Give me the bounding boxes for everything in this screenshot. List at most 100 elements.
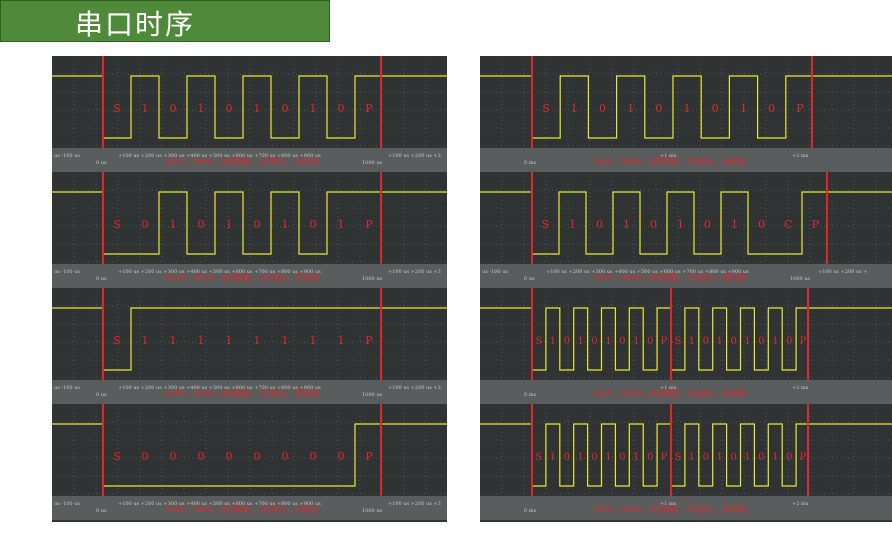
bit-label: 1 [254,102,261,115]
scope-1: S 1 0 1 0 1 0 1 0 P0 ms+1 ms +2 ms0x55 , 9600 , 8位… [480,56,892,172]
scope-4: S 0 0 0 0 0 0 0 0 Pus -100 us 0 us +100 us +200 us … [52,404,447,520]
bit-label: 1 [226,218,233,231]
bit-label: P [812,218,820,231]
bit-label: S [113,334,121,347]
page-title: 串口时序 [75,8,196,41]
bit-label: S [536,452,543,463]
bit-label: 0 [142,218,149,231]
bit-label: 0 [170,102,177,115]
axis-label: us -100 us [54,153,80,159]
axis-label: +2 ms [792,385,809,391]
bit-label: S [113,218,121,231]
bit-label: 0 [591,452,597,463]
bit-label: 0 [198,450,205,463]
scope-caption: 0x55 , 9600 , 8位数据 , 1位停止 , 偶校验 [594,272,747,282]
bit-label: 1 [550,336,556,347]
axis-label: +100 us +200 us +3 [388,153,441,159]
bit-label: 0 [758,336,764,347]
scope-screen [52,288,447,380]
bit-label: 1 [633,336,639,347]
bit-label: 0 [703,452,709,463]
bit-label: 0 [758,218,765,231]
bit-label: 0 [282,450,289,463]
bit-label: 1 [142,334,149,347]
bit-label: P [365,450,373,463]
bit-label: 1 [282,218,289,231]
bit-label: 1 [689,452,695,463]
bit-label: S [675,452,682,463]
bit-label: S [675,336,682,347]
left-scope-svg: S 1 0 1 0 1 0 1 0 Pus -100 us 0 us +100 us +200 us … [52,56,447,520]
axis-label: us -100 us [54,385,80,391]
bit-label: S [113,102,121,115]
bit-label: 1 [198,102,205,115]
axis-label: +100 us +200 us + [818,269,868,275]
scope-screen [52,56,447,148]
bit-label: 1 [740,102,747,115]
bit-label: 1 [605,452,611,463]
bit-label: 1 [310,334,317,347]
bit-label: 1 [716,336,722,347]
axis-label: us -100 us [54,501,80,507]
bit-label: 0 [703,336,709,347]
bit-label: 0 [647,336,653,347]
bit-label: P [661,336,668,347]
axis-label: us -100 us [54,269,80,275]
bit-label: 0 [786,452,792,463]
scope-caption: 0x00 , 9600 , 8位数据 , 1位停止 , 无校验 [166,504,319,514]
axis-label: +100 us +200 us +3 [388,269,441,275]
bit-label: 0 [310,218,317,231]
bit-label: P [365,218,373,231]
scope-screen [480,288,892,380]
bit-label: S [542,102,550,115]
bit-label: 1 [731,218,738,231]
title-banner: 串口时序 [0,0,330,42]
bit-label: 0 [564,336,570,347]
bit-label: 1 [571,102,578,115]
axis-label: 0 ms [524,508,537,514]
bit-label: 0 [338,450,345,463]
bit-label: P [796,102,804,115]
bit-label: S [536,336,543,347]
bit-label: 0 [310,450,317,463]
bit-label: 1 [569,218,576,231]
bit-label: 0 [254,218,261,231]
axis-label: 1000 us [790,276,811,282]
bit-label: 0 [596,218,603,231]
bit-label: 1 [254,334,261,347]
scope-2: S 0 1 0 1 0 1 0 1 Pus -100 us 0 us +100 us +200 us … [52,172,447,288]
right-scope-panel: S10101010P0 ms +1 ms +2 ms 0x55 , 9600 , 8位… [480,56,892,522]
bit-label: 0 [786,336,792,347]
bit-label: 0 [768,102,775,115]
scope-3: S 1 1 1 1 1 1 1 1 Pus -100 us 0 us +100 us +200 us … [52,288,447,404]
scope-1: S 1 0 1 0 1 0 1 0 Pus -100 us 0 us +100 us +200 us … [52,56,447,172]
scope-caption: 0x55 , 9600 , 8位数据 , 1位停止 , 无校验 [166,156,319,166]
scope-screen [480,404,892,496]
bit-label: 0 [647,452,653,463]
bit-label: C [784,218,792,231]
axis-label: 1000 us [362,508,383,514]
scope-caption: 0x55 , 9600 , 8位数据 , 1位停止 , 无校验 [594,388,747,398]
bit-label: 1 [772,452,778,463]
axis-label: +2 ms [792,153,809,159]
bit-label: P [661,452,668,463]
axis-label: 0 us [96,276,107,282]
bit-label: 0 [591,336,597,347]
bit-label: 0 [170,450,177,463]
bit-label: 1 [282,334,289,347]
axis-label: 1000 us [362,276,383,282]
scope-caption: 0x55 , 9600 , 8位数据 , 1位停止 , 无校验 [594,504,747,514]
bit-label: 1 [198,334,205,347]
bit-label: 1 [744,452,750,463]
right-scope-svg: S 1 0 1 0 1 0 1 0 P0 ms+1 ms +2 ms0x55 , 9600 , 8位… [480,56,892,520]
axis-label: 1000 us [362,160,383,166]
axis-label: 0 us [96,508,107,514]
bit-label: 1 [577,452,583,463]
scope-3: S 1 0 1 0 1 0 1 0 P S 1 0 1 0 1 0 1 0 P0 ms+1 ms +2 ms0x55 ,… [480,288,892,404]
scope-caption: 0xAA , 9600 , 8位数据 , 1位停止 , 无校验 [165,272,319,282]
axis-label: 0 us [96,160,107,166]
bit-label: 1 [744,336,750,347]
axis-label: 1000 us [362,392,383,398]
axis-label: 0 us [524,276,535,282]
left-scope-panel: S 1 0 1 0 1 0 1 0 Pus -100 us 0 us +100 us +200 us … [52,56,447,522]
